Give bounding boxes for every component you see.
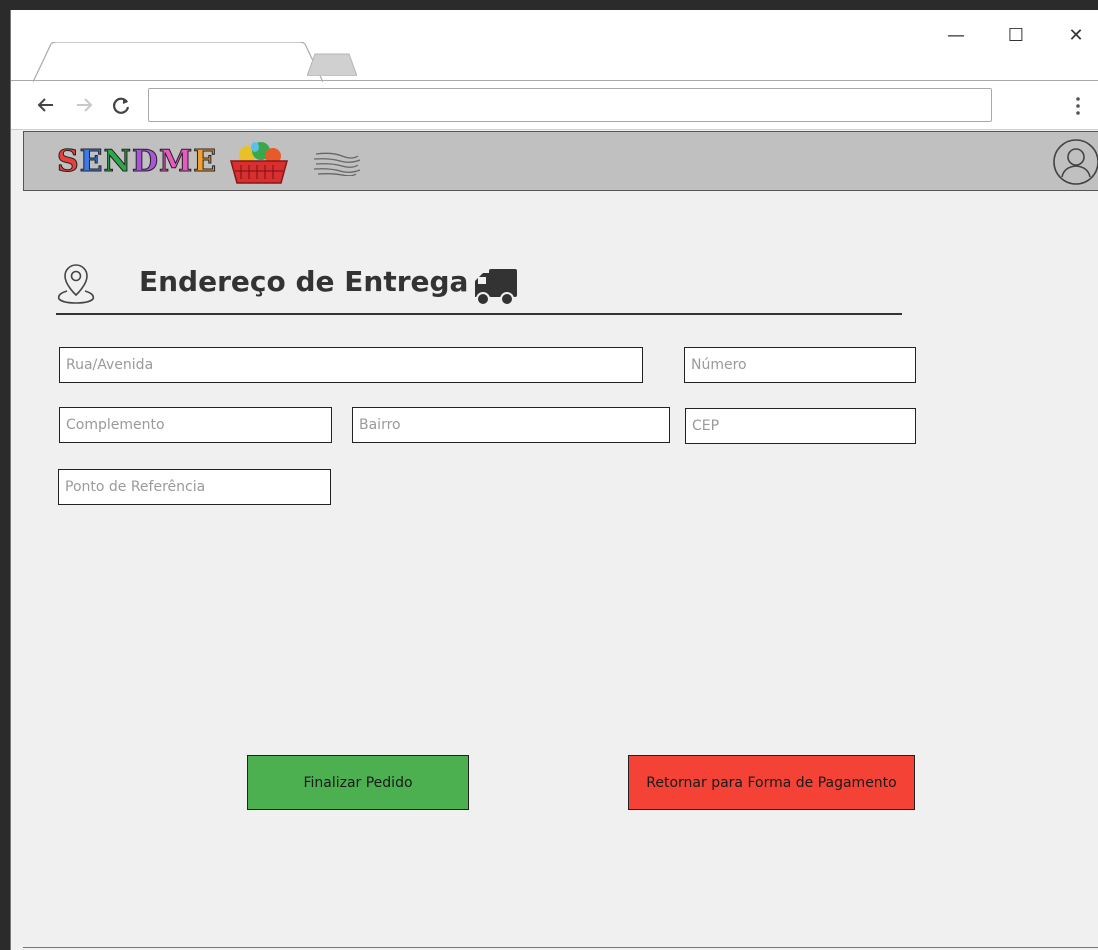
speed-lines-icon — [313, 152, 361, 176]
delivery-truck-icon — [475, 269, 517, 306]
active-tab[interactable] — [33, 42, 323, 82]
location-pin-icon — [57, 264, 95, 304]
logo-letter: S — [57, 144, 80, 180]
browser-toolbar — [11, 82, 1098, 130]
back-arrow-icon[interactable] — [35, 94, 57, 116]
zip-field[interactable] — [685, 408, 916, 444]
title-underline — [56, 313, 902, 315]
browser-menu-icon[interactable] — [1071, 94, 1085, 118]
window-bottom-border — [23, 947, 1098, 948]
minimize-button[interactable]: — — [941, 24, 971, 48]
finish-order-button[interactable]: Finalizar Pedido — [247, 755, 469, 810]
street-field[interactable] — [59, 347, 643, 383]
reference-field[interactable] — [58, 469, 331, 505]
address-bar[interactable] — [148, 88, 992, 122]
logo-letter: D — [131, 144, 159, 180]
app-header: SENDME — [23, 131, 1098, 191]
back-to-payment-button[interactable]: Retornar para Forma de Pagamento — [628, 755, 915, 810]
complement-field[interactable] — [59, 407, 332, 443]
forward-arrow-icon[interactable] — [73, 94, 95, 116]
sendme-logo[interactable]: SENDME — [57, 142, 217, 182]
number-field[interactable] — [684, 347, 916, 383]
logo-letter: M — [158, 144, 194, 180]
close-button[interactable]: ✕ — [1061, 24, 1091, 48]
browser-window: — ☐ ✕ SENDME Endereço de Entrega Rua/Ave… — [10, 10, 1098, 950]
page-title: Endereço de Entrega — [139, 265, 469, 298]
logo-letter: N — [103, 144, 132, 180]
logo-letter: E — [79, 144, 104, 180]
new-tab-button[interactable] — [307, 52, 357, 76]
basket-icon — [230, 142, 288, 184]
reload-icon[interactable] — [110, 94, 132, 116]
maximize-button[interactable]: ☐ — [1001, 24, 1031, 48]
page-title-row: Endereço de Entrega — [55, 261, 901, 311]
user-profile-icon[interactable] — [1052, 138, 1098, 186]
logo-letter: E — [193, 144, 218, 180]
tabstrip-divider — [11, 80, 1098, 81]
title-bar: — ☐ ✕ — [11, 10, 1098, 82]
neighborhood-field[interactable] — [352, 407, 670, 443]
